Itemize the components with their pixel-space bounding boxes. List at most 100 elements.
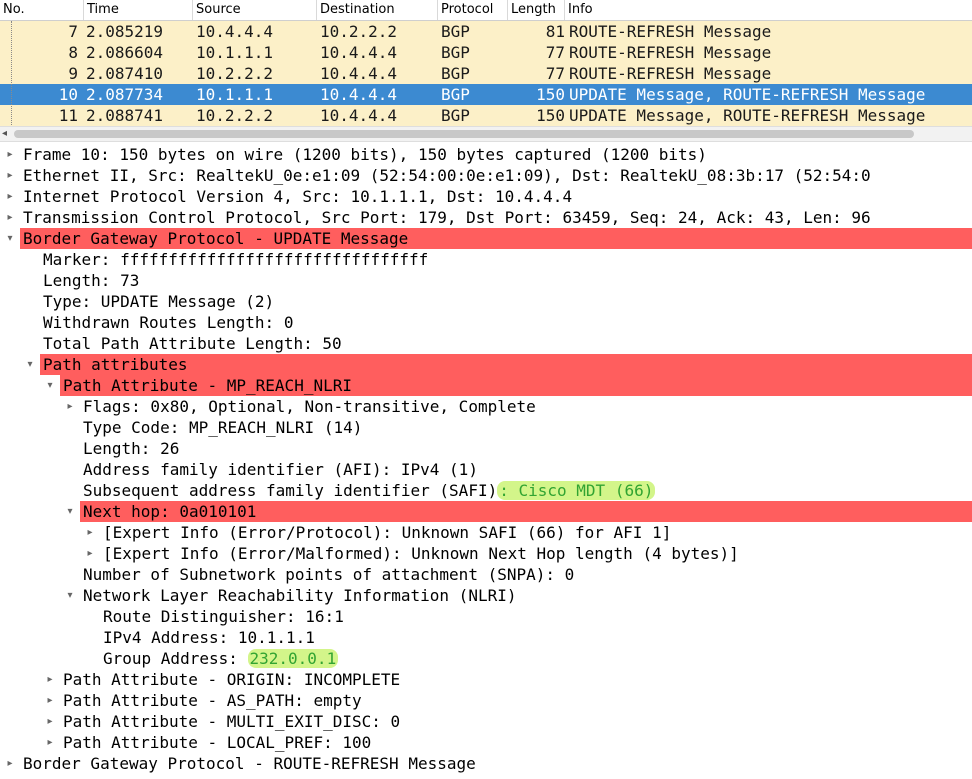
packet-row[interactable]: 8 2.086604 10.1.1.1 10.4.4.4 BGP 77 ROUT…	[0, 42, 972, 63]
cell-info: ROUTE-REFRESH Message	[569, 22, 772, 41]
col-separator[interactable]	[564, 0, 565, 20]
col-separator[interactable]	[507, 0, 508, 20]
tree-item-label: [Expert Info (Error/Malformed): Unknown …	[103, 544, 739, 563]
expand-arrow-icon[interactable]: ▸	[44, 732, 56, 753]
packet-row[interactable]: 9 2.087410 10.2.2.2 10.4.4.4 BGP 77 ROUT…	[0, 63, 972, 84]
tree-item-type-code[interactable]: Type Code: MP_REACH_NLRI (14)	[0, 417, 972, 438]
tree-item-snpa[interactable]: Number of Subnetwork points of attachmen…	[0, 564, 972, 585]
packet-row[interactable]: 11 2.088741 10.2.2.2 10.4.4.4 BGP 150 UP…	[0, 105, 972, 126]
tree-item-afi[interactable]: Address family identifier (AFI): IPv4 (1…	[0, 459, 972, 480]
packet-details-tree: ▸ Frame 10: 150 bytes on wire (1200 bits…	[0, 144, 972, 779]
expand-arrow-icon[interactable]: ▸	[4, 207, 16, 228]
collapse-arrow-icon[interactable]: ▾	[24, 354, 36, 375]
cell-source: 10.1.1.1	[196, 43, 274, 62]
tree-item-origin[interactable]: ▸ Path Attribute - ORIGIN: INCOMPLETE	[0, 669, 972, 690]
cell-length: 150	[536, 85, 565, 104]
tree-item-bgp-refresh[interactable]: ▸ Border Gateway Protocol - ROUTE-REFRES…	[0, 753, 972, 774]
col-separator[interactable]	[437, 0, 438, 20]
packet-list-header: No. Time Source Destination Protocol Len…	[0, 0, 972, 21]
tree-item-as-path[interactable]: ▸ Path Attribute - AS_PATH: empty	[0, 690, 972, 711]
cell-time: 2.088741	[86, 106, 164, 125]
cell-destination: 10.2.2.2	[320, 22, 398, 41]
cell-info: UPDATE Message, ROUTE-REFRESH Message	[569, 106, 926, 125]
tree-item-next-hop[interactable]: ▾ Next hop: 0a010101	[0, 501, 972, 522]
expand-arrow-icon[interactable]: ▸	[4, 186, 16, 207]
cell-time: 2.087410	[86, 64, 164, 83]
cell-source: 10.1.1.1	[196, 85, 274, 104]
expand-arrow-icon[interactable]: ▸	[4, 753, 16, 774]
col-source[interactable]: Source	[196, 2, 241, 17]
cell-destination: 10.4.4.4	[320, 64, 398, 83]
col-protocol[interactable]: Protocol	[441, 2, 493, 17]
group-address-label: Group Address:	[103, 649, 248, 668]
cell-source: 10.2.2.2	[196, 64, 274, 83]
collapse-arrow-icon[interactable]: ▾	[64, 585, 76, 606]
col-destination[interactable]: Destination	[320, 2, 395, 17]
tree-item-label: Length: 26	[83, 439, 180, 458]
expand-arrow-icon[interactable]: ▸	[44, 690, 56, 711]
expand-arrow-icon[interactable]: ▸	[44, 711, 56, 732]
tree-item-total-path[interactable]: Total Path Attribute Length: 50	[0, 333, 972, 354]
tree-item-attr-length[interactable]: Length: 26	[0, 438, 972, 459]
expand-arrow-icon[interactable]: ▸	[4, 144, 16, 165]
tree-item-safi[interactable]: Subsequent address family identifier (SA…	[0, 480, 972, 501]
tree-item-local-pref[interactable]: ▸ Path Attribute - LOCAL_PREF: 100	[0, 732, 972, 753]
tree-item-med[interactable]: ▸ Path Attribute - MULTI_EXIT_DISC: 0	[0, 711, 972, 732]
tree-item-route-distinguisher[interactable]: Route Distinguisher: 16:1	[0, 606, 972, 627]
safi-label: Subsequent address family identifier (SA…	[83, 481, 498, 500]
cell-time: 2.085219	[86, 22, 164, 41]
tree-item-ip[interactable]: ▸ Internet Protocol Version 4, Src: 10.1…	[0, 186, 972, 207]
tree-item-flags[interactable]: ▸ Flags: 0x80, Optional, Non-transitive,…	[0, 396, 972, 417]
tree-item-frame[interactable]: ▸ Frame 10: 150 bytes on wire (1200 bits…	[0, 144, 972, 165]
tree-item-group-address[interactable]: Group Address: 232.0.0.1	[0, 648, 972, 669]
tree-item-label: Path Attribute - ORIGIN: INCOMPLETE	[63, 670, 401, 689]
expand-arrow-icon[interactable]: ▸	[4, 165, 16, 186]
col-info[interactable]: Info	[568, 2, 593, 17]
tree-item-path-attributes[interactable]: ▾ Path attributes	[0, 354, 972, 375]
tree-item-ipv4-address[interactable]: IPv4 Address: 10.1.1.1	[0, 627, 972, 648]
cell-protocol: BGP	[441, 85, 470, 104]
packet-row[interactable]: 7 2.085219 10.4.4.4 10.2.2.2 BGP 81 ROUT…	[0, 21, 972, 42]
col-time[interactable]: Time	[87, 2, 119, 17]
tree-item-label: Address family identifier (AFI): IPv4 (1…	[83, 460, 478, 479]
tree-item-label: Transmission Control Protocol, Src Port:…	[23, 208, 871, 227]
col-separator[interactable]	[316, 0, 317, 20]
tree-item-type[interactable]: Type: UPDATE Message (2)	[0, 291, 972, 312]
tree-item-bgp-update[interactable]: ▾ Border Gateway Protocol - UPDATE Messa…	[0, 228, 972, 249]
tree-item-label: Type Code: MP_REACH_NLRI (14)	[83, 418, 363, 437]
cell-time: 2.087734	[86, 85, 164, 104]
col-no[interactable]: No.	[3, 2, 25, 17]
cell-length: 77	[545, 64, 565, 83]
tree-item-expert-info-malformed[interactable]: ▸ [Expert Info (Error/Malformed): Unknow…	[0, 543, 972, 564]
col-separator[interactable]	[192, 0, 193, 20]
tree-item-mp-reach[interactable]: ▾ Path Attribute - MP_REACH_NLRI	[0, 375, 972, 396]
horizontal-scrollbar[interactable]: ◂	[0, 126, 972, 142]
scrollbar-thumb[interactable]	[14, 130, 914, 138]
tree-item-label: Path Attribute - MULTI_EXIT_DISC: 0	[63, 712, 401, 731]
expand-arrow-icon[interactable]: ▸	[84, 522, 96, 543]
collapse-arrow-icon[interactable]: ▾	[4, 228, 16, 249]
expand-arrow-icon[interactable]: ▸	[44, 669, 56, 690]
col-separator[interactable]	[83, 0, 84, 20]
tree-item-label: Internet Protocol Version 4, Src: 10.1.1…	[23, 187, 573, 206]
tree-item-length[interactable]: Length: 73	[0, 270, 972, 291]
tree-item-label: Frame 10: 150 bytes on wire (1200 bits),…	[23, 145, 707, 164]
tree-item-nlri[interactable]: ▾ Network Layer Reachability Information…	[0, 585, 972, 606]
tree-item-label: Next hop: 0a010101	[83, 502, 257, 521]
tree-item-label: Network Layer Reachability Information (…	[83, 586, 517, 605]
collapse-arrow-icon[interactable]: ▾	[44, 375, 56, 396]
tree-item-tcp[interactable]: ▸ Transmission Control Protocol, Src Por…	[0, 207, 972, 228]
tree-item-withdrawn[interactable]: Withdrawn Routes Length: 0	[0, 312, 972, 333]
tree-item-ethernet[interactable]: ▸ Ethernet II, Src: RealtekU_0e:e1:09 (5…	[0, 165, 972, 186]
scroll-left-arrow-icon[interactable]: ◂	[2, 128, 7, 140]
expand-arrow-icon[interactable]: ▸	[64, 396, 76, 417]
cell-info: ROUTE-REFRESH Message	[569, 64, 772, 83]
cell-destination: 10.4.4.4	[320, 43, 398, 62]
tree-item-expert-info-protocol[interactable]: ▸ [Expert Info (Error/Protocol): Unknown…	[0, 522, 972, 543]
conversation-rule	[11, 21, 13, 125]
tree-item-marker[interactable]: Marker: ffffffffffffffffffffffffffffffff	[0, 249, 972, 270]
packet-row-selected[interactable]: 10 2.087734 10.1.1.1 10.4.4.4 BGP 150 UP…	[0, 84, 972, 105]
expand-arrow-icon[interactable]: ▸	[84, 543, 96, 564]
col-length[interactable]: Length	[511, 2, 556, 17]
collapse-arrow-icon[interactable]: ▾	[64, 501, 76, 522]
